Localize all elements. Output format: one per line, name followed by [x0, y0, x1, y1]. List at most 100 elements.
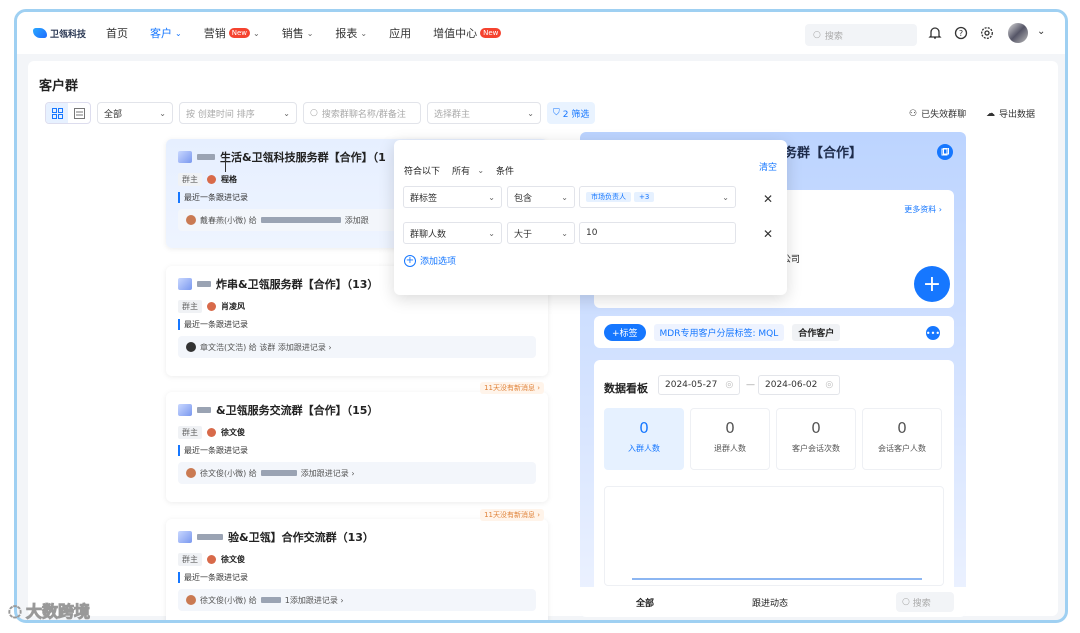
group-icon [178, 531, 192, 543]
owner-select[interactable]: 选择群主 ⌄ [427, 102, 541, 124]
group-card[interactable]: 11天没有新消息 › 验&卫瓴】合作交流群（13） 群主 徐文俊 最近一条跟进记录… [166, 509, 548, 620]
follow-record[interactable]: 章文浩(文浩) 给 该群 添加跟进记录 › [178, 336, 536, 358]
tab-all[interactable]: 全部 [636, 596, 654, 609]
new-badge: New [228, 28, 250, 38]
watermark-logo-icon: ◌ [8, 600, 23, 620]
logo[interactable]: 卫瓴科技 [33, 27, 86, 40]
group-title: 验&卫瓴】合作交流群（13） [178, 529, 536, 545]
export-button[interactable]: ☁ 导出数据 [986, 107, 1035, 121]
chevron-down-icon: ⌄ [306, 28, 314, 38]
stat-session-customers[interactable]: 0 会话客户人数 [862, 408, 942, 470]
avatar [186, 468, 196, 478]
filter-operator-select[interactable]: 包含 ⌄ [507, 186, 575, 208]
add-fab-button[interactable]: + [914, 266, 950, 302]
chevron-down-icon: ⌄ [527, 108, 534, 118]
detail-search-input[interactable]: ○ 搜索 [896, 592, 954, 612]
stale-badge[interactable]: 11天没有新消息 › [480, 382, 544, 394]
more-info-link[interactable]: 更多资料 › [904, 204, 942, 215]
nav-marketing[interactable]: 营销 New ⌄ [204, 25, 260, 41]
remove-condition-icon[interactable]: ✕ [763, 227, 773, 241]
search-icon: ○ [310, 108, 318, 118]
nav-value-center[interactable]: 增值中心 New [433, 25, 502, 41]
chevron-down-icon: ⌄ [253, 28, 260, 38]
user-avatar[interactable] [1008, 23, 1028, 43]
filter-field-select[interactable]: 群标签 ⌄ [403, 186, 502, 208]
nav-customer[interactable]: 客户 ⌄ [150, 25, 182, 41]
group-title: &卫瓴服务交流群【合作】（15） [178, 402, 536, 418]
avatar [186, 215, 196, 225]
view-switch [45, 102, 91, 124]
filter-operator-select[interactable]: 大于 ⌄ [507, 222, 575, 244]
grid-view-icon[interactable] [46, 103, 68, 123]
group-search-input[interactable]: ○ 搜索群聊名称/群备注 [303, 102, 421, 124]
chevron-down-icon[interactable]: ⌄ [1037, 26, 1045, 37]
chevron-down-icon: ⌄ [488, 192, 495, 202]
text-cursor [225, 158, 226, 172]
logo-text: 卫瓴科技 [50, 29, 87, 40]
group-icon [178, 151, 192, 163]
match-mode-select[interactable]: 所有 ⌄ [446, 159, 490, 181]
new-badge: New [480, 28, 502, 38]
stale-badge[interactable]: 11天没有新消息 › [480, 509, 544, 521]
nav-sales[interactable]: 销售 ⌄ [282, 25, 314, 41]
plus-circle-icon: + [404, 254, 416, 267]
group-icon [178, 278, 192, 290]
tab-follow-updates[interactable]: 跟进动态 [752, 596, 788, 609]
start-date-picker[interactable]: 2024-05-27 ◎ [658, 375, 741, 395]
scope-select[interactable]: 全部 ⌄ [97, 102, 173, 124]
nav-apps[interactable]: 应用 [389, 25, 411, 41]
gear-icon[interactable] [978, 24, 996, 42]
owner-avatar [207, 302, 216, 311]
nav-home[interactable]: 首页 [106, 25, 128, 41]
filter-icon: ⛉ [553, 108, 560, 118]
list-view-icon[interactable] [68, 103, 90, 123]
stat-left[interactable]: 0 退群人数 [690, 408, 770, 470]
end-date-picker[interactable]: 2024-06-02 ◎ [758, 375, 841, 395]
top-search-input[interactable]: ○ 搜索 [805, 24, 917, 46]
detail-tabs: 全部 跟进动态 ○ 搜索 [580, 587, 966, 617]
filter-value-select[interactable]: 市场负责人 +3 ⌄ [579, 186, 736, 208]
dashboard-title: 数据看板 [604, 382, 648, 395]
dashboard-card: 数据看板 2024-05-27 ◎ — 2024-06-02 ◎ 0 入群人数 0 退群… [594, 360, 954, 617]
owner-avatar [207, 555, 216, 564]
detail-title: 务群【合作】 [784, 146, 863, 161]
nav-reports[interactable]: 报表 ⌄ [335, 25, 367, 41]
trend-line [632, 578, 922, 580]
search-icon: ○ [813, 30, 821, 40]
lost-groups-button[interactable]: ⚇ 已失效群聊 [909, 107, 966, 121]
search-icon: ○ [902, 597, 913, 607]
add-tag-button[interactable]: +标签 [604, 323, 646, 341]
follow-record[interactable]: 徐文俊(小微) 给 1添加跟进记录 › [178, 589, 536, 611]
filter-field-select[interactable]: 群聊人数 ⌄ [403, 222, 502, 244]
page-title: 客户群 [39, 79, 79, 94]
add-option-button[interactable]: + 添加选项 [404, 254, 456, 267]
bell-icon[interactable] [926, 24, 944, 42]
tag-row: +标签 MDR专用客户分层标签: MQL 合作客户 ••• [594, 316, 954, 348]
chevron-down-icon: ⌄ [477, 165, 485, 175]
stat-joined[interactable]: 0 入群人数 [604, 408, 684, 470]
logo-icon [33, 28, 47, 38]
more-icon[interactable]: ••• [926, 326, 940, 340]
group-card[interactable]: 11天没有新消息 › &卫瓴服务交流群【合作】（15） 群主 徐文俊 最近一条跟进… [166, 382, 548, 502]
filter-value-input[interactable]: 10 [579, 222, 736, 244]
cloud-download-icon: ☁ [986, 108, 995, 119]
sort-select[interactable]: 按 创建时间 排序 ⌄ [179, 102, 297, 124]
tag-chip: 合作客户 [792, 323, 841, 341]
clear-button[interactable]: 清空 [759, 160, 777, 173]
match-row: 符合以下 所有 ⌄ 条件 [404, 159, 514, 181]
help-icon[interactable]: ? [952, 24, 970, 42]
remove-condition-icon[interactable]: ✕ [763, 192, 773, 206]
follow-record[interactable]: 徐文俊(小微) 给添加跟进记录 › [178, 462, 536, 484]
chevron-down-icon: ⌄ [159, 108, 166, 118]
avatar [186, 342, 196, 352]
copy-icon[interactable] [937, 144, 953, 160]
calendar-icon: ◎ [825, 380, 834, 390]
tag-chip: MDR专用客户分层标签: MQL [653, 323, 785, 341]
chevron-down-icon: ⌄ [561, 192, 568, 202]
group-icon [178, 404, 192, 416]
users-icon: ⚇ [909, 108, 918, 119]
calendar-icon: ◎ [725, 380, 734, 390]
chevron-down-icon: ⌄ [175, 28, 182, 38]
filter-button[interactable]: ⛉ 2 筛选 [547, 102, 596, 124]
stat-sessions[interactable]: 0 客户会话次数 [776, 408, 856, 470]
